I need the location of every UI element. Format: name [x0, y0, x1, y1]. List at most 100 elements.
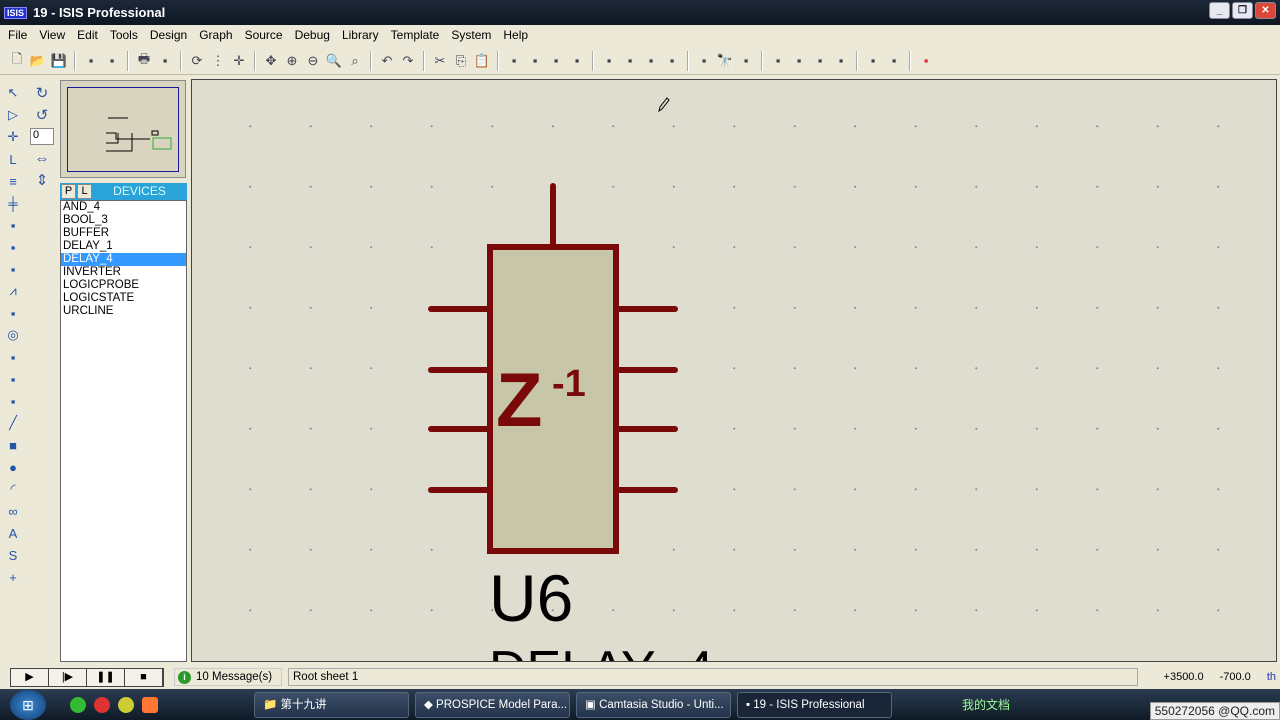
- current-probe-icon[interactable]: ▪: [4, 368, 22, 390]
- device-item[interactable]: AND_4: [61, 201, 186, 214]
- task-prospice[interactable]: ◆ PROSPICE Model Para...: [415, 691, 570, 718]
- make-device-icon[interactable]: ▪: [621, 52, 639, 70]
- import-icon[interactable]: ▪: [82, 52, 100, 70]
- search-icon[interactable]: 🔭: [716, 52, 734, 70]
- erc-icon[interactable]: ▪: [885, 52, 903, 70]
- wire-autoroute-icon[interactable]: ▪: [695, 52, 713, 70]
- pick-device-icon[interactable]: ▪: [600, 52, 618, 70]
- box-icon[interactable]: ■: [4, 434, 22, 456]
- task-isis[interactable]: ▪ 19 - ISIS Professional: [737, 691, 892, 718]
- redo-icon[interactable]: ↷: [399, 52, 417, 70]
- virtual-instrument-icon[interactable]: ▪: [4, 390, 22, 412]
- block-copy-icon[interactable]: ▪: [505, 52, 523, 70]
- zoom-in-icon[interactable]: ⊕: [283, 52, 301, 70]
- subcircuit-icon[interactable]: ▪: [4, 214, 22, 236]
- quicklaunch-icon-3[interactable]: [118, 696, 134, 713]
- device-item[interactable]: LOGICSTATE: [61, 292, 186, 305]
- pack-icon[interactable]: ▪: [642, 52, 660, 70]
- quicklaunch-icon-1[interactable]: [70, 696, 86, 713]
- device-item[interactable]: DELAY_4: [61, 253, 186, 266]
- paste-icon[interactable]: 📋: [473, 52, 491, 70]
- task-camtasia[interactable]: ▣ Camtasia Studio - Unti...: [576, 691, 731, 718]
- minimize-button[interactable]: _: [1209, 2, 1230, 19]
- ares-icon[interactable]: ▪: [917, 52, 935, 70]
- zoom-all-icon[interactable]: 🔍: [325, 52, 343, 70]
- exit-parent-icon[interactable]: ▪: [832, 52, 850, 70]
- menu-edit[interactable]: Edit: [71, 28, 104, 42]
- cut-icon[interactable]: ✂: [431, 52, 449, 70]
- quicklaunch-icon-4[interactable]: [142, 696, 158, 713]
- pick-devices-button[interactable]: P: [61, 184, 76, 199]
- path-icon[interactable]: ∞: [4, 500, 22, 522]
- overview-window[interactable]: [60, 80, 186, 178]
- mirror-vertical-icon[interactable]: ⇕: [33, 171, 51, 189]
- play-button[interactable]: ▶: [11, 668, 49, 686]
- device-item[interactable]: URCLINE: [61, 305, 186, 318]
- grid-icon[interactable]: ⋮: [209, 52, 227, 70]
- print-icon[interactable]: 🖶: [135, 51, 153, 70]
- menu-library[interactable]: Library: [336, 28, 385, 42]
- tape-icon[interactable]: ▪: [4, 302, 22, 324]
- step-button[interactable]: |▶: [49, 668, 87, 686]
- graph-icon[interactable]: ⩘: [4, 280, 22, 302]
- menu-debug[interactable]: Debug: [289, 28, 336, 42]
- pause-button[interactable]: ❚❚: [87, 668, 125, 686]
- menu-template[interactable]: Template: [385, 28, 446, 42]
- circle-icon[interactable]: ●: [4, 456, 22, 478]
- menu-source[interactable]: Source: [239, 28, 289, 42]
- selection-icon[interactable]: ↖: [4, 82, 22, 104]
- component-icon[interactable]: ▷: [4, 104, 22, 126]
- library-manager-button[interactable]: L: [77, 184, 92, 199]
- bus-icon[interactable]: ╪: [4, 192, 22, 214]
- device-item[interactable]: INVERTER: [61, 266, 186, 279]
- maximize-button[interactable]: ❐: [1232, 2, 1253, 19]
- qq-icon[interactable]: [94, 696, 110, 713]
- mirror-horizontal-icon[interactable]: ⇔: [33, 149, 51, 167]
- block-move-icon[interactable]: ▪: [526, 52, 544, 70]
- rotation-angle-input[interactable]: 0: [30, 128, 54, 145]
- new-icon[interactable]: 🗋: [8, 51, 26, 70]
- my-documents-toolbar[interactable]: 我的文档: [962, 696, 1010, 713]
- new-sheet-icon[interactable]: ▪: [769, 52, 787, 70]
- rotate-clockwise-icon[interactable]: ↻: [33, 84, 51, 102]
- decompose-icon[interactable]: ▪: [663, 52, 681, 70]
- device-item[interactable]: LOGICPROBE: [61, 279, 186, 292]
- generator-icon[interactable]: ◎: [4, 324, 22, 346]
- voltage-probe-icon[interactable]: ▪: [4, 346, 22, 368]
- line-icon[interactable]: ╱: [4, 412, 22, 434]
- start-button[interactable]: ⊞: [10, 689, 46, 720]
- menu-graph[interactable]: Graph: [193, 28, 238, 42]
- device-pin-icon[interactable]: ▪: [4, 258, 22, 280]
- rotate-anticlockwise-icon[interactable]: ↺: [33, 106, 51, 124]
- block-rotate-icon[interactable]: ▪: [547, 52, 565, 70]
- wire-label-icon[interactable]: L: [4, 148, 22, 170]
- menu-file[interactable]: File: [2, 28, 33, 42]
- marker-icon[interactable]: +: [4, 566, 22, 588]
- origin-icon[interactable]: ✛: [230, 52, 248, 70]
- menu-help[interactable]: Help: [497, 28, 534, 42]
- device-item[interactable]: BUFFER: [61, 227, 186, 240]
- menu-system[interactable]: System: [445, 28, 497, 42]
- close-button[interactable]: ✕: [1255, 2, 1276, 19]
- export-icon[interactable]: ▪: [103, 52, 121, 70]
- open-icon[interactable]: 📂: [29, 52, 47, 70]
- zoom-area-icon[interactable]: ⌕: [346, 52, 364, 70]
- text-script-icon[interactable]: ≡: [4, 170, 22, 192]
- delay-component[interactable]: Z -1: [192, 80, 1277, 662]
- stop-button[interactable]: ■: [125, 668, 163, 686]
- add-sheet-icon[interactable]: ▪: [790, 52, 808, 70]
- undo-icon[interactable]: ↶: [378, 52, 396, 70]
- junction-icon[interactable]: ✛: [4, 126, 22, 148]
- task-folder[interactable]: 📁 第十九讲: [254, 691, 409, 718]
- schematic-canvas[interactable]: Z -1 U6 DELAY_4: [191, 79, 1277, 662]
- block-delete-icon[interactable]: ▪: [568, 52, 586, 70]
- messages-button[interactable]: i 10 Message(s): [174, 668, 282, 686]
- copy-icon[interactable]: ⎘: [452, 52, 470, 70]
- text-icon[interactable]: A: [4, 522, 22, 544]
- bom-icon[interactable]: ▪: [864, 52, 882, 70]
- save-icon[interactable]: 💾: [50, 52, 68, 70]
- menu-tools[interactable]: Tools: [104, 28, 144, 42]
- arc-icon[interactable]: ◜: [4, 478, 22, 500]
- zoom-out-icon[interactable]: ⊖: [304, 52, 322, 70]
- symbol-icon[interactable]: S: [4, 544, 22, 566]
